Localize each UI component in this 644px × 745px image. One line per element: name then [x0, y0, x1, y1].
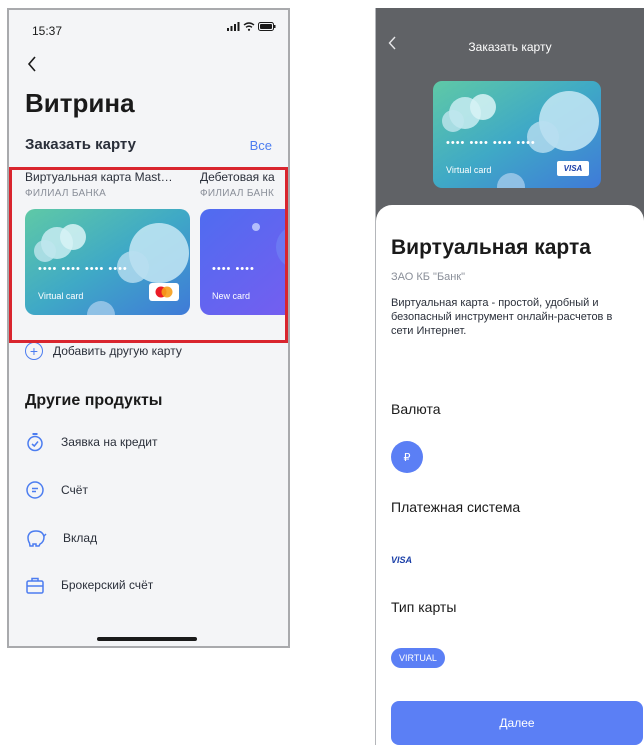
- order-card-screen: Заказать карту •••• •••• •••• •••• Virtu…: [375, 8, 644, 745]
- next-button[interactable]: Далее: [391, 701, 643, 745]
- wallet-circle-icon: [26, 481, 44, 499]
- add-card-label: Добавить другую карту: [53, 344, 182, 358]
- status-icons: [227, 22, 276, 31]
- chevron-left-icon: [27, 56, 36, 72]
- other-products-heading: Другие продукты: [25, 392, 163, 409]
- currency-rub-option[interactable]: ₽: [391, 441, 423, 473]
- signal-icon: [227, 22, 240, 31]
- add-another-card-button[interactable]: + Добавить другую карту: [25, 342, 182, 360]
- see-all-link[interactable]: Все: [250, 138, 272, 153]
- card-title: Виртуальная карта: [391, 236, 591, 259]
- currency-heading: Валюта: [391, 401, 441, 417]
- status-bar: 15:37: [9, 10, 288, 46]
- page-title: Витрина: [25, 88, 135, 118]
- product-item-account[interactable]: Счёт: [25, 480, 88, 500]
- product-item-deposit[interactable]: Вклад: [25, 528, 97, 548]
- visa-logo-icon: VISA: [557, 161, 589, 176]
- product-item-credit[interactable]: Заявка на кредит: [25, 432, 158, 452]
- battery-icon: [258, 22, 276, 31]
- showcase-screen: 15:37 Витрина Заказать карту Все Виртуал…: [7, 8, 290, 648]
- status-time: 15:37: [32, 24, 63, 38]
- card-type-heading: Тип карты: [391, 599, 457, 615]
- bank-name: ЗАО КБ "Банк": [391, 271, 466, 283]
- payment-system-heading: Платежная система: [391, 499, 521, 515]
- card-masked-number: •••• •••• •••• ••••: [446, 137, 536, 149]
- header-title: Заказать карту: [468, 40, 552, 54]
- card-type-label: Virtual card: [446, 165, 492, 175]
- product-label: Заявка на кредит: [61, 435, 158, 449]
- product-label: Брокерский счёт: [61, 578, 154, 592]
- plus-circle-icon: +: [25, 342, 43, 360]
- briefcase-icon: [26, 577, 44, 594]
- product-label: Счёт: [61, 483, 88, 497]
- piggy-bank-icon: [27, 530, 47, 547]
- product-item-brokerage[interactable]: Брокерский счёт: [25, 575, 153, 595]
- card-preview: •••• •••• •••• •••• Virtual card VISA: [433, 81, 601, 188]
- card-type-virtual-chip[interactable]: VIRTUAL: [391, 648, 445, 668]
- wifi-icon: [243, 22, 255, 31]
- stopwatch-icon: [27, 433, 43, 452]
- order-card-heading: Заказать карту: [25, 136, 136, 153]
- home-indicator: [97, 637, 197, 641]
- payment-system-visa-option[interactable]: VISA: [391, 555, 412, 565]
- card-description: Виртуальная карта - простой, удобный и б…: [391, 297, 613, 337]
- back-button[interactable]: [27, 54, 37, 76]
- product-label: Вклад: [63, 531, 98, 545]
- highlight-frame: [9, 167, 288, 343]
- header-bar: Заказать карту •••• •••• •••• •••• Virtu…: [376, 8, 644, 233]
- ruble-icon: ₽: [403, 451, 411, 464]
